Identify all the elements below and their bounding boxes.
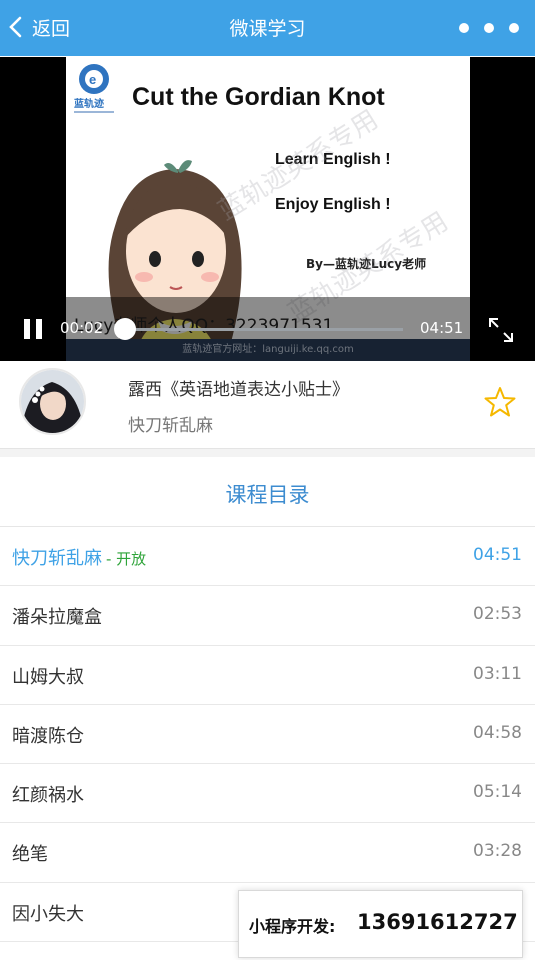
more-dots-icon[interactable] [459,18,519,38]
pause-icon[interactable] [20,317,46,343]
current-time: 00:02 [60,319,104,337]
lesson-row[interactable]: 潘朵拉魔盒 02:53 [0,586,535,646]
promo-label: 小程序开发: [249,917,336,936]
open-badge: - 开放 [106,550,147,568]
current-lesson: 快刀斩乱麻 [128,416,213,436]
player-controls: 00:02 04:51 [0,297,535,361]
section-divider [0,449,535,457]
lesson-duration: 04:58 [473,722,522,743]
lesson-duration: 03:11 [473,663,522,684]
lesson-list: 快刀斩乱麻 - 开放 04:51 潘朵拉魔盒 02:53 山姆大叔 03:11 暗渡陈仓 04:… [0,527,535,943]
lesson-duration: 03:28 [473,841,522,862]
lesson-title: 绝笔 [12,844,48,866]
fullscreen-icon[interactable] [487,316,515,344]
promo-phone: 13691612727 [357,910,518,934]
progress-track[interactable] [113,318,403,340]
lesson-name: 快刀斩乱麻 - 开放 [12,544,146,570]
progress-knob[interactable] [113,318,136,340]
slide-line-2: Enjoy English ! [275,196,391,213]
lesson-row[interactable]: 山姆大叔 03:11 [0,646,535,705]
lesson-name: 山姆大叔 [12,663,84,689]
brand-logo: e 蓝轨迹 [74,64,114,113]
video-player[interactable]: e 蓝轨迹 Cut the Gordian Knot Learn English… [0,57,535,361]
lesson-title: 因小失大 [12,903,84,925]
lesson-row[interactable]: 快刀斩乱麻 - 开放 04:51 [0,527,535,587]
slide-title: Cut the Gordian Knot [132,83,385,111]
lesson-title: 红颜祸水 [12,785,84,807]
lesson-title: 快刀斩乱麻 [12,548,102,569]
course-title: 露西《英语地道表达小贴士》 [128,380,349,400]
top-nav-bar: 返回 微课学习 [0,0,535,56]
teacher-avatar [19,368,86,435]
svg-text:e: e [89,72,96,87]
svg-text:蓝轨迹: 蓝轨迹 [74,97,104,110]
lesson-title: 潘朵拉魔盒 [12,607,102,629]
lesson-duration: 04:51 [473,545,522,565]
page-title: 微课学习 [229,18,306,40]
lesson-name: 绝笔 [12,840,48,866]
lesson-name: 红颜祸水 [12,781,84,807]
catalog-heading: 课程目录 [0,457,535,527]
slide-line-1: Learn English ! [275,151,391,168]
promo-banner: 小程序开发: 13691612727 [238,890,523,958]
lesson-name: 潘朵拉魔盒 [12,603,102,629]
star-outline-icon[interactable] [483,385,517,419]
lesson-duration: 05:14 [473,782,522,803]
course-info: 露西《英语地道表达小贴士》 快刀斩乱麻 [0,361,535,449]
lesson-row[interactable]: 红颜祸水 05:14 [0,764,535,824]
lesson-name: 因小失大 [12,900,84,926]
lesson-name: 暗渡陈仓 [12,722,84,748]
lesson-row[interactable]: 绝笔 03:28 [0,823,535,883]
lesson-title: 暗渡陈仓 [12,725,84,747]
duration-time: 04:51 [420,319,464,337]
lesson-duration: 02:53 [473,604,522,625]
slide-author: By—蓝轨迹Lucy老师 [306,257,427,271]
lesson-title: 山姆大叔 [12,666,84,688]
lesson-row[interactable]: 暗渡陈仓 04:58 [0,705,535,765]
